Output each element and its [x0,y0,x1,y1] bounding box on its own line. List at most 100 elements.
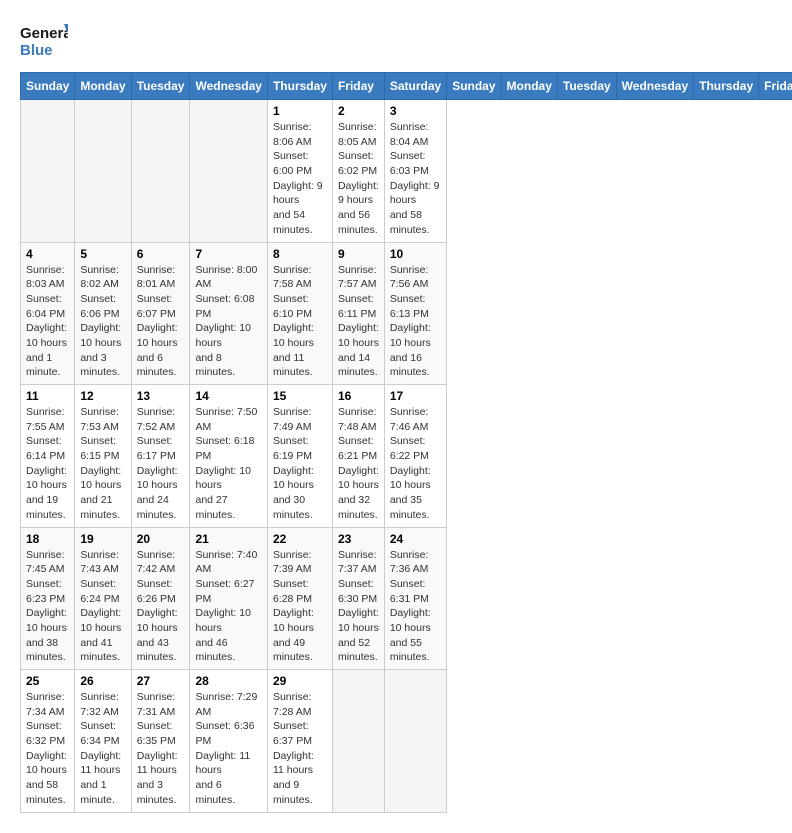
day-info: Sunrise: 7:55 AMSunset: 6:14 PMDaylight:… [26,405,69,523]
day-number: 2 [338,104,379,118]
calendar-cell: 8 Sunrise: 7:58 AMSunset: 6:10 PMDaylight… [267,242,332,385]
calendar-cell: 18 Sunrise: 7:45 AMSunset: 6:23 PMDayligh… [21,527,75,670]
calendar-cell [75,100,131,243]
day-number: 6 [137,247,185,261]
col-header-monday: Monday [501,73,557,100]
calendar-cell [384,670,446,813]
day-info: Sunrise: 7:34 AMSunset: 6:32 PMDaylight:… [26,690,69,808]
header-friday: Friday [332,73,384,100]
calendar-cell: 5Sunrise: 8:02 AMSunset: 6:06 PMDaylight… [75,242,131,385]
calendar-cell: 14Sunrise: 7:50 AMSunset: 6:18 PMDayligh… [190,385,267,528]
calendar-cell: 25Sunrise: 7:34 AMSunset: 6:32 PMDayligh… [21,670,75,813]
day-info: Sunrise: 7:57 AMSunset: 6:11 PMDaylight:… [338,263,379,381]
day-info: Sunrise: 7:36 AMSunset: 6:31 PMDaylight:… [390,548,441,666]
calendar-header-row: SundayMondayTuesdayWednesdayThursdayFrid… [21,73,792,100]
day-number: 11 [26,389,69,403]
day-info: Sunrise: 8:04 AMSunset: 6:03 PMDaylight:… [390,120,441,238]
calendar-cell: 6 Sunrise: 8:01 AMSunset: 6:07 PMDaylight… [131,242,190,385]
calendar-cell: 9 Sunrise: 7:57 AMSunset: 6:11 PMDaylight… [332,242,384,385]
header-sunday: Sunday [21,73,75,100]
day-number: 14 [195,389,261,403]
day-info: Sunrise: 7:31 AMSunset: 6:35 PMDaylight:… [137,690,185,808]
header-thursday: Thursday [267,73,332,100]
day-info: Sunrise: 7:29 AMSunset: 6:36 PMDaylight:… [195,690,261,808]
calendar-cell: 1Sunrise: 8:06 AMSunset: 6:00 PMDaylight… [267,100,332,243]
day-number: 8 [273,247,327,261]
calendar-cell [332,670,384,813]
day-number: 9 [338,247,379,261]
svg-text:General: General [20,25,68,42]
calendar-cell: 7 Sunrise: 8:00 AMSunset: 6:08 PMDaylight… [190,242,267,385]
calendar-cell: 27 Sunrise: 7:31 AMSunset: 6:35 PMDayligh… [131,670,190,813]
col-header-thursday: Thursday [694,73,759,100]
calendar-cell: 13Sunrise: 7:52 AMSunset: 6:17 PMDayligh… [131,385,190,528]
calendar-cell: 3 Sunrise: 8:04 AMSunset: 6:03 PMDaylight… [384,100,446,243]
day-info: Sunrise: 7:39 AMSunset: 6:28 PMDaylight:… [273,548,327,666]
day-number: 10 [390,247,441,261]
day-info: Sunrise: 7:53 AMSunset: 6:15 PMDaylight:… [80,405,125,523]
day-info: Sunrise: 7:43 AMSunset: 6:24 PMDaylight:… [80,548,125,666]
calendar-cell: 28Sunrise: 7:29 AMSunset: 6:36 PMDayligh… [190,670,267,813]
header-saturday: Saturday [384,73,446,100]
calendar-cell: 4 Sunrise: 8:03 AMSunset: 6:04 PMDaylight… [21,242,75,385]
day-info: Sunrise: 7:32 AMSunset: 6:34 PMDaylight:… [80,690,125,808]
calendar-cell: 15 Sunrise: 7:49 AMSunset: 6:19 PMDayligh… [267,385,332,528]
day-info: Sunrise: 7:45 AMSunset: 6:23 PMDaylight:… [26,548,69,666]
day-number: 21 [195,532,261,546]
calendar-cell: 2 Sunrise: 8:05 AMSunset: 6:02 PMDaylight… [332,100,384,243]
day-number: 27 [137,674,185,688]
calendar-cell: 10 Sunrise: 7:56 AMSunset: 6:13 PMDayligh… [384,242,446,385]
day-number: 24 [390,532,441,546]
day-info: Sunrise: 7:40 AMSunset: 6:27 PMDaylight:… [195,548,261,666]
calendar-cell [21,100,75,243]
header-tuesday: Tuesday [131,73,190,100]
day-number: 4 [26,247,69,261]
day-info: Sunrise: 8:01 AMSunset: 6:07 PMDaylight:… [137,263,185,381]
day-number: 19 [80,532,125,546]
day-number: 7 [195,247,261,261]
day-number: 12 [80,389,125,403]
day-info: Sunrise: 8:03 AMSunset: 6:04 PMDaylight:… [26,263,69,381]
day-number: 26 [80,674,125,688]
calendar-table: SundayMondayTuesdayWednesdayThursdayFrid… [20,72,792,813]
day-info: Sunrise: 7:46 AMSunset: 6:22 PMDaylight:… [390,405,441,523]
calendar-cell: 26 Sunrise: 7:32 AMSunset: 6:34 PMDayligh… [75,670,131,813]
day-info: Sunrise: 8:05 AMSunset: 6:02 PMDaylight:… [338,120,379,238]
col-header-wednesday: Wednesday [616,73,693,100]
col-header-sunday: Sunday [447,73,501,100]
calendar-cell [190,100,267,243]
calendar-cell: 22 Sunrise: 7:39 AMSunset: 6:28 PMDayligh… [267,527,332,670]
calendar-cell [131,100,190,243]
calendar-cell: 23 Sunrise: 7:37 AMSunset: 6:30 PMDayligh… [332,527,384,670]
col-header-friday: Friday [759,73,792,100]
day-info: Sunrise: 7:48 AMSunset: 6:21 PMDaylight:… [338,405,379,523]
day-info: Sunrise: 7:56 AMSunset: 6:13 PMDaylight:… [390,263,441,381]
svg-text:Blue: Blue [20,42,53,59]
day-info: Sunrise: 7:42 AMSunset: 6:26 PMDaylight:… [137,548,185,666]
day-info: Sunrise: 8:06 AMSunset: 6:00 PMDaylight:… [273,120,327,238]
week-row-4: 18 Sunrise: 7:45 AMSunset: 6:23 PMDayligh… [21,527,792,670]
day-info: Sunrise: 7:49 AMSunset: 6:19 PMDaylight:… [273,405,327,523]
day-number: 23 [338,532,379,546]
week-row-5: 25Sunrise: 7:34 AMSunset: 6:32 PMDayligh… [21,670,792,813]
col-header-tuesday: Tuesday [557,73,616,100]
day-number: 15 [273,389,327,403]
day-info: Sunrise: 7:37 AMSunset: 6:30 PMDaylight:… [338,548,379,666]
day-number: 29 [273,674,327,688]
day-info: Sunrise: 8:02 AMSunset: 6:06 PMDaylight:… [80,263,125,381]
calendar-cell: 19 Sunrise: 7:43 AMSunset: 6:24 PMDayligh… [75,527,131,670]
page-header: General Blue [20,20,772,62]
calendar-cell: 24 Sunrise: 7:36 AMSunset: 6:31 PMDayligh… [384,527,446,670]
day-info: Sunrise: 7:58 AMSunset: 6:10 PMDaylight:… [273,263,327,381]
calendar-cell: 16Sunrise: 7:48 AMSunset: 6:21 PMDayligh… [332,385,384,528]
header-wednesday: Wednesday [190,73,267,100]
day-number: 18 [26,532,69,546]
calendar-cell: 29Sunrise: 7:28 AMSunset: 6:37 PMDayligh… [267,670,332,813]
day-info: Sunrise: 7:52 AMSunset: 6:17 PMDaylight:… [137,405,185,523]
header-monday: Monday [75,73,131,100]
day-info: Sunrise: 8:00 AMSunset: 6:08 PMDaylight:… [195,263,261,381]
calendar-cell: 17Sunrise: 7:46 AMSunset: 6:22 PMDayligh… [384,385,446,528]
day-number: 22 [273,532,327,546]
day-number: 20 [137,532,185,546]
day-number: 3 [390,104,441,118]
